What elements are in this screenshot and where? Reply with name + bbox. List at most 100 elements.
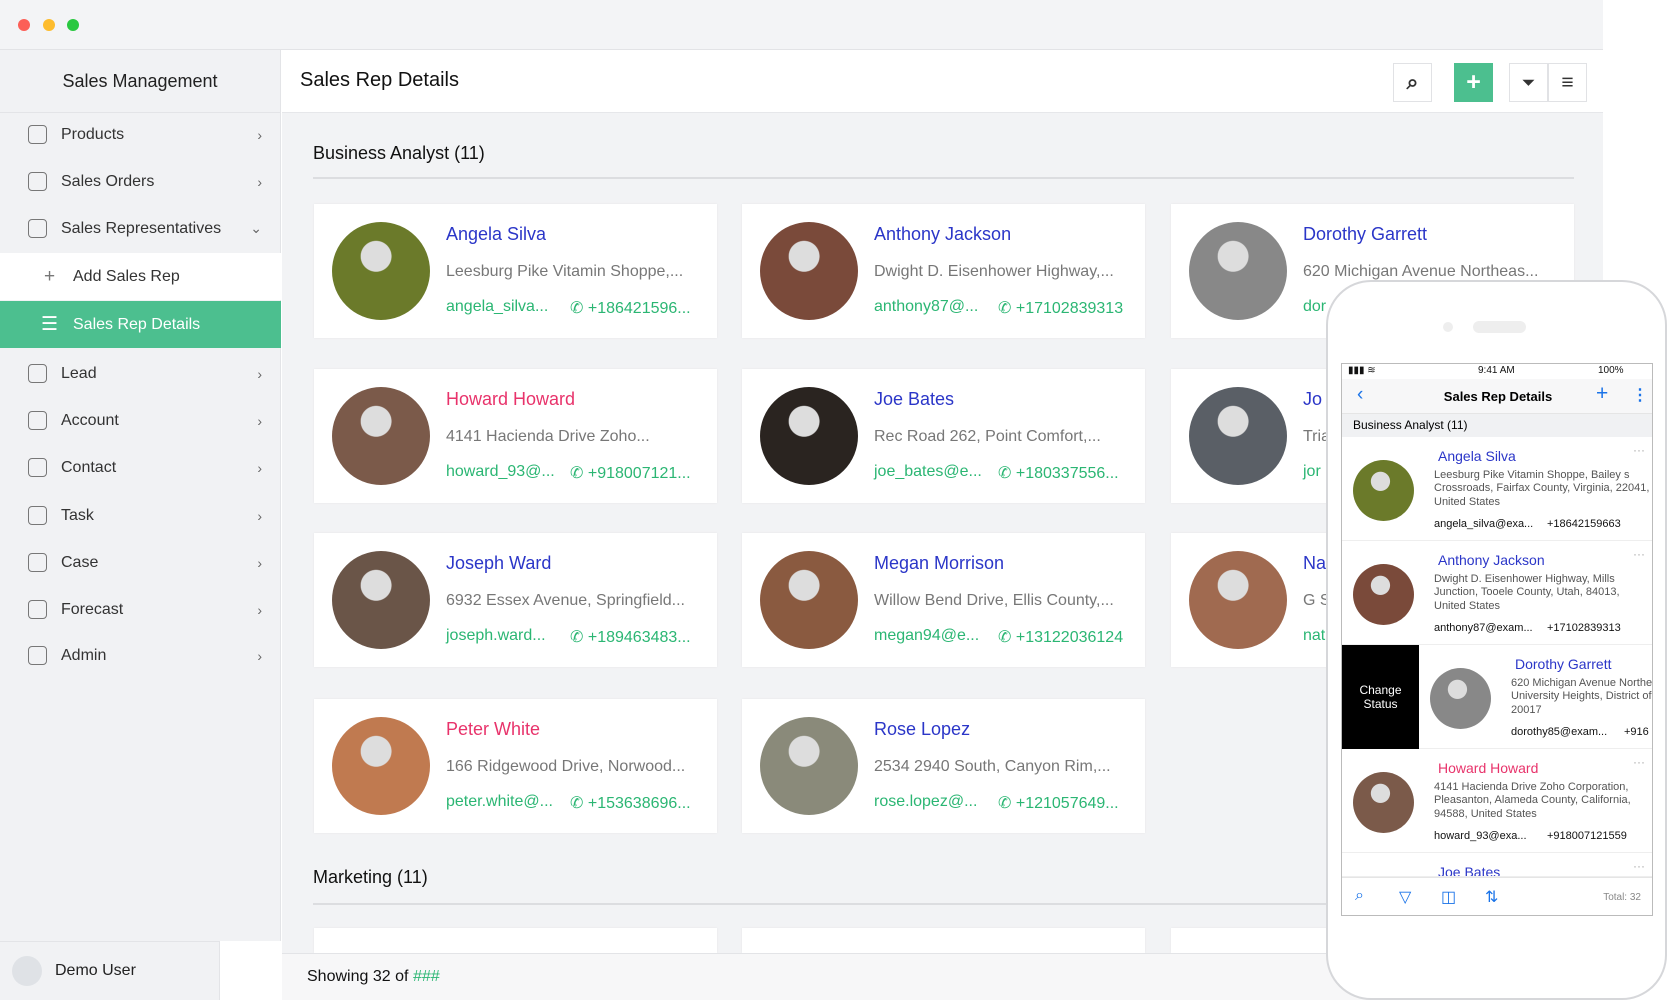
rep-name[interactable]: Angela Silva	[446, 224, 546, 245]
rep-email[interactable]: nat	[1303, 627, 1325, 645]
rep-address: 2534 2940 South, Canyon Rim,...	[874, 758, 1111, 775]
total-count: ###	[412, 968, 440, 985]
rep-card[interactable]: Anthony Jackson Dwight D. Eisenhower High…	[742, 204, 1145, 338]
rep-phone: +18642159663	[1547, 518, 1621, 530]
sidebar-item-account[interactable]: Account ›	[0, 397, 281, 444]
sidebar-item-sales-rep-details[interactable]: ☰ Sales Rep Details	[0, 301, 281, 348]
group-icon[interactable]: ◫	[1441, 887, 1456, 907]
rep-email[interactable]: howard_93@...	[446, 463, 555, 481]
rep-email[interactable]: jor	[1303, 463, 1321, 481]
rep-address: 620 Michigan Avenue Northeast, Garden, U…	[1511, 677, 1653, 716]
more-icon[interactable]: ···	[1633, 547, 1645, 561]
chevron-icon: ›	[257, 126, 262, 143]
plus-icon: +	[1466, 68, 1481, 96]
rep-phone[interactable]: ✆ +180337556...	[998, 463, 1119, 483]
rep-phone[interactable]: ✆ +189463483...	[570, 627, 691, 647]
phone-icon: ✆	[998, 465, 1016, 482]
maximize-window-button[interactable]	[67, 19, 79, 31]
change-status-button[interactable]: Change Status	[1342, 645, 1419, 749]
search-button[interactable]: ⌕	[1393, 63, 1432, 102]
more-vertical-icon[interactable]: ⋮	[1632, 385, 1648, 405]
rep-name[interactable]: Dorothy Garrett	[1303, 224, 1427, 245]
phone-number: +180337556...	[1015, 465, 1119, 482]
rep-card[interactable]: Joe Bates Rec Road 262, Point Comfort,...…	[742, 369, 1145, 503]
rep-phone[interactable]: ✆ +153638696...	[570, 793, 691, 813]
rep-email[interactable]: joe_bates@e...	[874, 463, 982, 481]
rep-phone[interactable]: ✆ +17102839313	[998, 298, 1123, 318]
mobile-list-item[interactable]: Anthony Jackson Dwight D. Eisenhower High…	[1342, 541, 1652, 645]
rep-email[interactable]: rose.lopez@...	[874, 793, 977, 811]
rep-name[interactable]: Howard Howard	[446, 389, 575, 410]
rep-email[interactable]: anthony87@...	[874, 298, 978, 316]
sidebar-item-lead[interactable]: Lead ›	[0, 350, 281, 397]
more-icon[interactable]: ···	[1633, 443, 1645, 457]
rep-phone[interactable]: ✆ +918007121...	[570, 463, 691, 483]
page-title: Sales Rep Details	[300, 69, 459, 91]
rep-email[interactable]: dor	[1303, 298, 1326, 316]
phone-number: +121057649...	[1015, 795, 1119, 812]
rep-phone[interactable]: ✆ +186421596...	[570, 298, 691, 318]
rep-name[interactable]: Joe Bates	[1438, 864, 1500, 876]
sidebar-item-contact[interactable]: Contact ›	[0, 444, 281, 491]
mobile-add-icon[interactable]: +	[1596, 382, 1608, 406]
user-profile[interactable]: Demo User	[0, 941, 220, 1000]
sort-icon[interactable]: ⇅	[1485, 887, 1498, 907]
rep-name[interactable]: Jo	[1303, 389, 1322, 410]
rep-card[interactable]: Peter White 166 Ridgewood Drive, Norwood.…	[314, 699, 717, 833]
rep-name[interactable]: Joseph Ward	[446, 553, 551, 574]
sidebar-item-case[interactable]: Case ›	[0, 539, 281, 586]
sidebar-item-admin[interactable]: Admin ›	[0, 632, 281, 679]
rep-name[interactable]: Megan Morrison	[874, 553, 1004, 574]
sidebar-item-label: Sales Orders	[61, 172, 155, 190]
rep-name[interactable]: Na	[1303, 553, 1326, 574]
sidebar-item-label: Products	[61, 125, 125, 143]
rep-card[interactable]: Angela Silva Leesburg Pike Vitamin Shoppe…	[314, 204, 717, 338]
minimize-window-button[interactable]	[43, 19, 55, 31]
more-icon[interactable]: ···	[1633, 755, 1645, 769]
rep-name[interactable]: Howard Howard	[1438, 760, 1538, 776]
sidebar-item-forecast[interactable]: Forecast ›	[0, 586, 281, 633]
rep-address: 166 Ridgewood Drive, Norwood...	[446, 758, 686, 775]
sidebar-item-add-sales-rep[interactable]: + Add Sales Rep	[0, 253, 281, 300]
rep-card[interactable]: Rose Lopez 2534 2940 South, Canyon Rim,..…	[742, 699, 1145, 833]
mobile-list-item[interactable]: Joe Bates ···	[1342, 853, 1652, 877]
rep-name[interactable]: Joe Bates	[874, 389, 954, 410]
sidebar-item-sales-orders[interactable]: Sales Orders ›	[0, 158, 281, 205]
sidebar-item-label: Sales Rep Details	[73, 315, 201, 333]
rep-card[interactable]: Howard Howard 4141 Hacienda Drive Zoho...…	[314, 369, 717, 503]
phone-number: +153638696...	[587, 795, 691, 812]
rep-name[interactable]: Peter White	[446, 719, 540, 740]
close-window-button[interactable]	[18, 19, 30, 31]
rep-name[interactable]: Angela Silva	[1438, 448, 1516, 464]
rep-name[interactable]: Rose Lopez	[874, 719, 970, 740]
mobile-list-item[interactable]: Dorothy Garrett 620 Michigan Avenue North…	[1419, 645, 1653, 749]
rep-email[interactable]: angela_silva...	[446, 298, 548, 316]
sidebar-item-products[interactable]: Products ›	[0, 111, 281, 158]
mobile-list-item[interactable]: Angela Silva Leesburg Pike Vitamin Shoppe…	[1342, 437, 1652, 541]
rep-name[interactable]: Anthony Jackson	[874, 224, 1011, 245]
filter-icon[interactable]: ▽	[1399, 887, 1411, 907]
rep-card[interactable]	[314, 928, 717, 953]
search-icon[interactable]: ⌕	[1355, 887, 1364, 905]
sidebar-item-sales-representatives[interactable]: Sales Representatives ⌄	[0, 205, 281, 252]
rep-card[interactable]: Megan Morrison Willow Bend Drive, Ellis C…	[742, 533, 1145, 667]
rep-phone[interactable]: ✆ +121057649...	[998, 793, 1119, 813]
mobile-section-title: Business Analyst (11)	[1342, 414, 1652, 437]
rep-card[interactable]	[742, 928, 1145, 953]
rep-phone[interactable]: ✆ +13122036124	[998, 627, 1123, 647]
sidebar-item-task[interactable]: Task ›	[0, 492, 281, 539]
more-icon[interactable]: ···	[1633, 859, 1645, 873]
rep-card[interactable]: Joseph Ward 6932 Essex Avenue, Springfiel…	[314, 533, 717, 667]
menu-button[interactable]: ≡	[1548, 63, 1587, 102]
mobile-list-item[interactable]: Howard Howard 4141 Hacienda Drive Zoho Co…	[1342, 749, 1652, 853]
rep-name[interactable]: Dorothy Garrett	[1515, 656, 1611, 672]
rep-email[interactable]: megan94@e...	[874, 627, 979, 645]
phone-number: +17102839313	[1015, 300, 1124, 317]
rep-name[interactable]: Anthony Jackson	[1438, 552, 1545, 568]
rep-email[interactable]: joseph.ward...	[446, 627, 546, 645]
filter-button[interactable]: ⏷	[1509, 63, 1548, 102]
add-button[interactable]: +	[1454, 63, 1493, 102]
rep-email[interactable]: peter.white@...	[446, 793, 553, 811]
avatar	[1189, 387, 1287, 485]
box-icon	[28, 125, 47, 144]
